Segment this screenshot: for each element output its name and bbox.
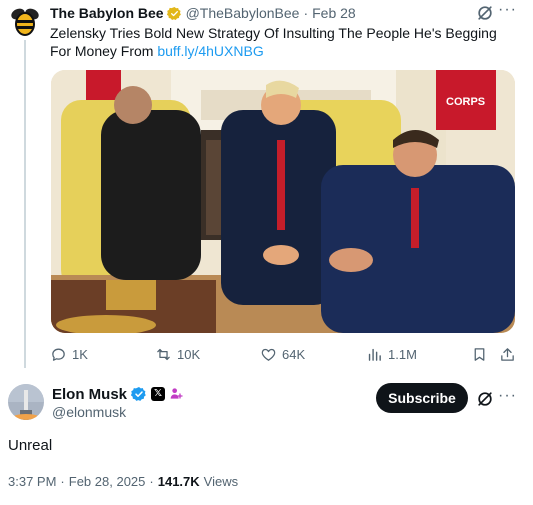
thread-connector-line: [24, 40, 26, 368]
parent-tweet-header: The Babylon Bee @TheBabylonBee · Feb 28: [50, 4, 356, 22]
reply-button[interactable]: 1K: [50, 344, 88, 364]
repost-icon: [157, 348, 170, 360]
reply-icon: [52, 348, 65, 361]
meta-separator: ·: [60, 474, 65, 489]
tweet-photo[interactable]: CORPS: [51, 70, 515, 333]
author-row: Elon Musk 𝕏: [52, 385, 184, 403]
avatar[interactable]: [8, 384, 44, 420]
parent-link[interactable]: buff.ly/4hUXNBG: [157, 43, 263, 59]
parent-text-body: Zelensky Tries Bold New Strategy Of Insu…: [50, 25, 497, 59]
bookmark-icon: [474, 347, 485, 361]
views-count: 1.1M: [388, 346, 417, 362]
parent-tweet-text: Zelensky Tries Bold New Strategy Of Insu…: [50, 24, 520, 60]
x-affiliation-badge[interactable]: 𝕏: [151, 387, 166, 401]
tweet-views-count: 141.7K: [157, 474, 200, 489]
svg-text:CORPS: CORPS: [446, 96, 485, 108]
author-name[interactable]: Elon Musk: [52, 386, 127, 403]
blue-verified-icon: [131, 387, 146, 401]
bookmark-button[interactable]: [471, 344, 493, 364]
gold-verified-icon: [166, 6, 181, 20]
tweet-date[interactable]: Feb 28, 2025: [69, 474, 146, 489]
parent-author-handle[interactable]: @TheBabylonBee: [186, 5, 300, 21]
more-icon[interactable]: ···: [498, 1, 517, 19]
grok-icon[interactable]: [475, 3, 495, 23]
share-button[interactable]: [499, 344, 521, 364]
tweet-time[interactable]: 3:37 PM: [8, 474, 56, 489]
tweet-text: Unreal: [8, 437, 53, 454]
analytics-icon: [368, 348, 381, 361]
meta-separator-views: ·: [149, 474, 154, 489]
elon-avatar-image: [8, 384, 44, 420]
like-button[interactable]: 64K: [260, 344, 305, 364]
repost-count: 10K: [177, 346, 201, 362]
author-handle[interactable]: @elonmusk: [52, 404, 126, 420]
heart-icon: [261, 348, 276, 361]
oval-office-photo: CORPS: [51, 70, 515, 333]
parent-author-name[interactable]: The Babylon Bee: [50, 5, 164, 21]
subscribe-button[interactable]: Subscribe: [376, 383, 468, 413]
share-icon: [501, 347, 514, 361]
like-count: 64K: [282, 346, 306, 362]
bee-logo-icon[interactable]: [8, 4, 42, 38]
affiliate-icon[interactable]: [168, 386, 184, 402]
tweet-meta: 3:37 PM · Feb 28, 2025 · 141.7K Views: [8, 474, 238, 489]
parent-date[interactable]: Feb 28: [312, 5, 356, 21]
views-button[interactable]: 1.1M: [366, 344, 417, 364]
tweet-views-label: Views: [203, 474, 239, 489]
parent-separator: ·: [303, 5, 309, 21]
repost-button[interactable]: 10K: [155, 344, 200, 364]
grok-icon[interactable]: [475, 389, 495, 409]
tweet-actions: 1K 10K 64K 1.1M: [50, 344, 520, 364]
reply-count: 1K: [72, 346, 88, 362]
more-icon[interactable]: ···: [498, 387, 517, 405]
